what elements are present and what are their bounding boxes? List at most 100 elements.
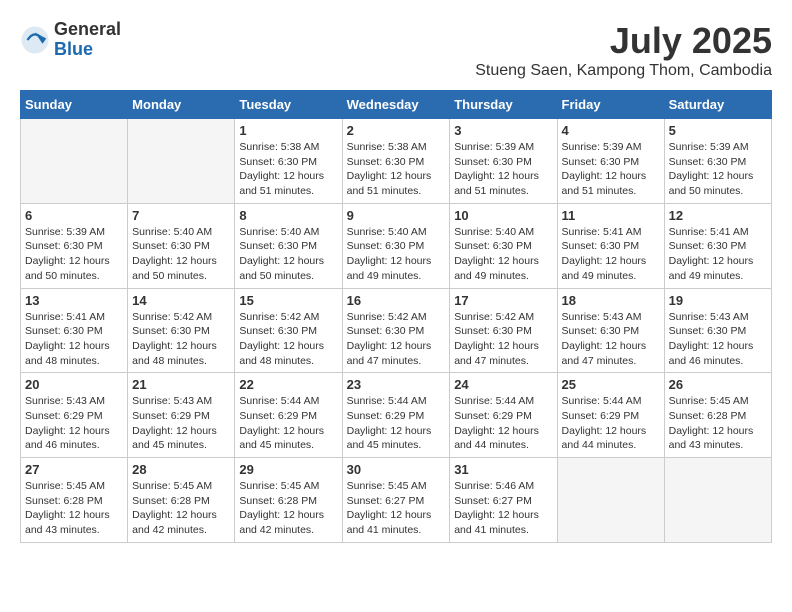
calendar-cell: 25 Sunrise: 5:44 AM Sunset: 6:29 PM Dayli…	[557, 373, 664, 458]
calendar-cell: 28 Sunrise: 5:45 AM Sunset: 6:28 PM Dayli…	[128, 458, 235, 543]
calendar-cell	[21, 119, 128, 204]
day-info: Sunrise: 5:44 AM Sunset: 6:29 PM Dayligh…	[562, 394, 660, 453]
calendar-cell: 18 Sunrise: 5:43 AM Sunset: 6:30 PM Dayli…	[557, 288, 664, 373]
day-number: 16	[347, 293, 446, 308]
day-info: Sunrise: 5:45 AM Sunset: 6:28 PM Dayligh…	[132, 479, 230, 538]
day-number: 29	[239, 462, 337, 477]
calendar-cell: 14 Sunrise: 5:42 AM Sunset: 6:30 PM Dayli…	[128, 288, 235, 373]
calendar-cell: 3 Sunrise: 5:39 AM Sunset: 6:30 PM Daylig…	[450, 119, 557, 204]
calendar-cell: 2 Sunrise: 5:38 AM Sunset: 6:30 PM Daylig…	[342, 119, 450, 204]
day-info: Sunrise: 5:44 AM Sunset: 6:29 PM Dayligh…	[454, 394, 552, 453]
day-number: 1	[239, 123, 337, 138]
location: Stueng Saen, Kampong Thom, Cambodia	[475, 62, 772, 80]
calendar-cell: 8 Sunrise: 5:40 AM Sunset: 6:30 PM Daylig…	[235, 203, 342, 288]
calendar-cell: 17Sunrise: 5:42 AM Sunset: 6:30 PM Dayli…	[450, 288, 557, 373]
day-number: 25	[562, 377, 660, 392]
day-number: 30	[347, 462, 446, 477]
day-number: 21	[132, 377, 230, 392]
day-info: Sunrise: 5:43 AM Sunset: 6:30 PM Dayligh…	[562, 310, 660, 369]
title-block: July 2025 Stueng Saen, Kampong Thom, Cam…	[475, 20, 772, 80]
day-info: Sunrise: 5:43 AM Sunset: 6:29 PM Dayligh…	[132, 394, 230, 453]
logo-icon	[20, 25, 50, 55]
day-info: Sunrise: 5:45 AM Sunset: 6:28 PM Dayligh…	[239, 479, 337, 538]
day-number: 23	[347, 377, 446, 392]
logo-blue: Blue	[54, 40, 121, 60]
calendar-cell: 29 Sunrise: 5:45 AM Sunset: 6:28 PM Dayli…	[235, 458, 342, 543]
calendar-cell: 5 Sunrise: 5:39 AM Sunset: 6:30 PM Daylig…	[664, 119, 771, 204]
calendar-cell: 9 Sunrise: 5:40 AM Sunset: 6:30 PM Daylig…	[342, 203, 450, 288]
day-info: Sunrise: 5:42 AM Sunset: 6:30 PM Dayligh…	[239, 310, 337, 369]
calendar-cell: 6Sunrise: 5:39 AM Sunset: 6:30 PM Daylig…	[21, 203, 128, 288]
calendar-week-row: 27 Sunrise: 5:45 AM Sunset: 6:28 PM Dayli…	[21, 458, 772, 543]
day-number: 11	[562, 208, 660, 223]
day-number: 3	[454, 123, 552, 138]
day-number: 7	[132, 208, 230, 223]
day-info: Sunrise: 5:41 AM Sunset: 6:30 PM Dayligh…	[669, 225, 767, 284]
day-info: Sunrise: 5:42 AM Sunset: 6:30 PM Dayligh…	[132, 310, 230, 369]
day-info: Sunrise: 5:41 AM Sunset: 6:30 PM Dayligh…	[562, 225, 660, 284]
day-info: Sunrise: 5:40 AM Sunset: 6:30 PM Dayligh…	[239, 225, 337, 284]
calendar-week-row: 13 Sunrise: 5:41 AM Sunset: 6:30 PM Dayli…	[21, 288, 772, 373]
day-info: Sunrise: 5:44 AM Sunset: 6:29 PM Dayligh…	[347, 394, 446, 453]
calendar-week-row: 20 Sunrise: 5:43 AM Sunset: 6:29 PM Dayli…	[21, 373, 772, 458]
calendar-cell: 16 Sunrise: 5:42 AM Sunset: 6:30 PM Dayli…	[342, 288, 450, 373]
calendar-cell: 30 Sunrise: 5:45 AM Sunset: 6:27 PM Dayli…	[342, 458, 450, 543]
day-info: Sunrise: 5:45 AM Sunset: 6:27 PM Dayligh…	[347, 479, 446, 538]
header-wednesday: Wednesday	[342, 91, 450, 119]
day-info: Sunrise: 5:43 AM Sunset: 6:30 PM Dayligh…	[669, 310, 767, 369]
header-saturday: Saturday	[664, 91, 771, 119]
day-info: Sunrise: 5:40 AM Sunset: 6:30 PM Dayligh…	[454, 225, 552, 284]
calendar-cell: 26Sunrise: 5:45 AM Sunset: 6:28 PM Dayli…	[664, 373, 771, 458]
day-info: Sunrise: 5:44 AM Sunset: 6:29 PM Dayligh…	[239, 394, 337, 453]
day-info: Sunrise: 5:39 AM Sunset: 6:30 PM Dayligh…	[562, 140, 660, 199]
calendar-cell: 13 Sunrise: 5:41 AM Sunset: 6:30 PM Dayli…	[21, 288, 128, 373]
logo-general: General	[54, 20, 121, 40]
day-number: 17	[454, 293, 552, 308]
calendar-cell	[128, 119, 235, 204]
day-number: 19	[669, 293, 767, 308]
day-number: 31	[454, 462, 552, 477]
header-monday: Monday	[128, 91, 235, 119]
day-number: 27	[25, 462, 123, 477]
day-number: 5	[669, 123, 767, 138]
day-info: Sunrise: 5:42 AM Sunset: 6:30 PM Dayligh…	[347, 310, 446, 369]
calendar-cell: 12 Sunrise: 5:41 AM Sunset: 6:30 PM Dayli…	[664, 203, 771, 288]
day-info: Sunrise: 5:39 AM Sunset: 6:30 PM Dayligh…	[454, 140, 552, 199]
day-number: 14	[132, 293, 230, 308]
day-info: Sunrise: 5:45 AM Sunset: 6:28 PM Dayligh…	[25, 479, 123, 538]
header-friday: Friday	[557, 91, 664, 119]
day-number: 28	[132, 462, 230, 477]
day-number: 13	[25, 293, 123, 308]
calendar-week-row: 6Sunrise: 5:39 AM Sunset: 6:30 PM Daylig…	[21, 203, 772, 288]
day-number: 24	[454, 377, 552, 392]
day-number: 20	[25, 377, 123, 392]
logo: General Blue	[20, 20, 121, 60]
logo-text: General Blue	[54, 20, 121, 60]
header-thursday: Thursday	[450, 91, 557, 119]
calendar-cell: 7Sunrise: 5:40 AM Sunset: 6:30 PM Daylig…	[128, 203, 235, 288]
calendar-cell: 4Sunrise: 5:39 AM Sunset: 6:30 PM Daylig…	[557, 119, 664, 204]
calendar-cell: 27 Sunrise: 5:45 AM Sunset: 6:28 PM Dayli…	[21, 458, 128, 543]
day-number: 9	[347, 208, 446, 223]
day-info: Sunrise: 5:38 AM Sunset: 6:30 PM Dayligh…	[347, 140, 446, 199]
calendar-cell: 20Sunrise: 5:43 AM Sunset: 6:29 PM Dayli…	[21, 373, 128, 458]
day-number: 15	[239, 293, 337, 308]
day-info: Sunrise: 5:38 AM Sunset: 6:30 PM Dayligh…	[239, 140, 337, 199]
calendar-cell: 19 Sunrise: 5:43 AM Sunset: 6:30 PM Dayli…	[664, 288, 771, 373]
calendar-week-row: 1 Sunrise: 5:38 AM Sunset: 6:30 PM Daylig…	[21, 119, 772, 204]
day-info: Sunrise: 5:41 AM Sunset: 6:30 PM Dayligh…	[25, 310, 123, 369]
day-info: Sunrise: 5:40 AM Sunset: 6:30 PM Dayligh…	[347, 225, 446, 284]
header-sunday: Sunday	[21, 91, 128, 119]
day-number: 18	[562, 293, 660, 308]
day-info: Sunrise: 5:39 AM Sunset: 6:30 PM Dayligh…	[669, 140, 767, 199]
day-number: 8	[239, 208, 337, 223]
calendar-cell	[557, 458, 664, 543]
day-number: 2	[347, 123, 446, 138]
calendar-cell: 21 Sunrise: 5:43 AM Sunset: 6:29 PM Dayli…	[128, 373, 235, 458]
day-number: 12	[669, 208, 767, 223]
page-header: General Blue July 2025 Stueng Saen, Kamp…	[20, 20, 772, 80]
header-tuesday: Tuesday	[235, 91, 342, 119]
calendar-cell: 23 Sunrise: 5:44 AM Sunset: 6:29 PM Dayli…	[342, 373, 450, 458]
month-year: July 2025	[475, 20, 772, 62]
day-info: Sunrise: 5:46 AM Sunset: 6:27 PM Dayligh…	[454, 479, 552, 538]
